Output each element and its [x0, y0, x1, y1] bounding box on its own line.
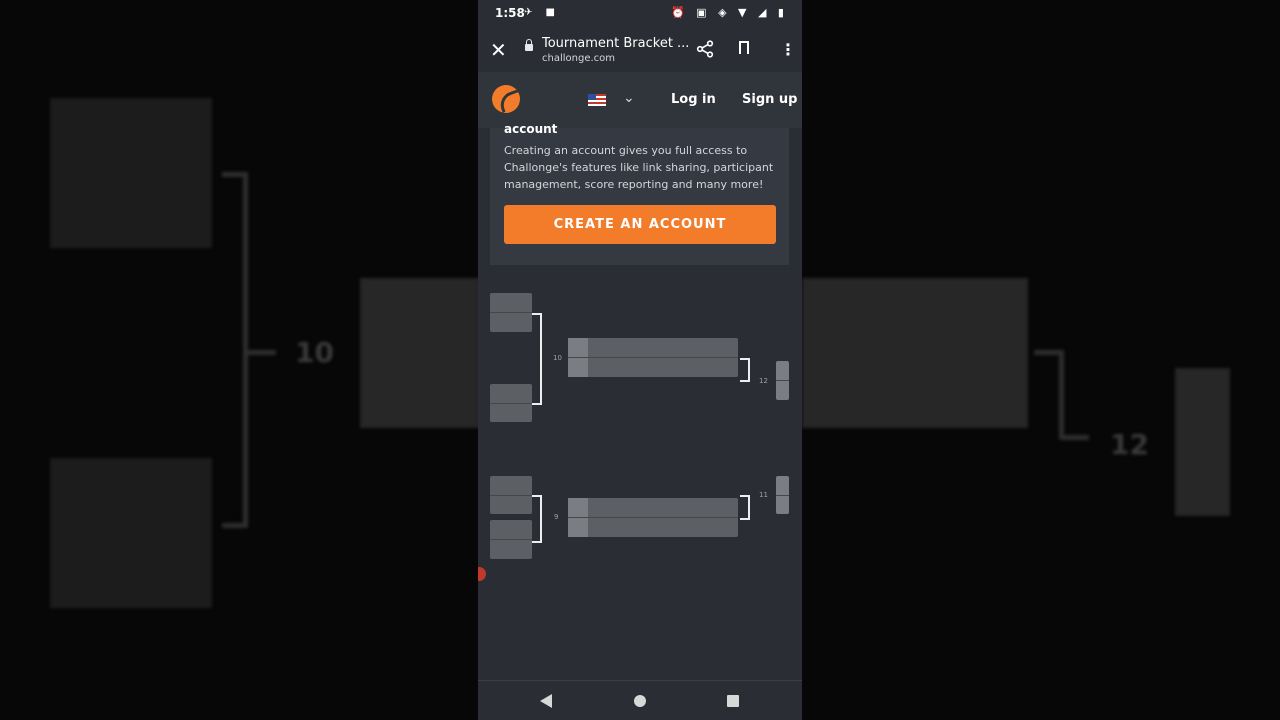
bookmark-icon[interactable] — [739, 41, 749, 59]
bg-label-12: 12 — [1110, 428, 1149, 461]
status-bar: 1:58 ✈ ■ ⏰ ▣ ◈ ▼ ◢ ▮ — [478, 0, 802, 28]
bracket-match[interactable] — [568, 498, 738, 537]
home-icon[interactable] — [634, 695, 646, 707]
match-divider — [490, 312, 532, 313]
bg-match-right — [1175, 368, 1230, 516]
match-number: 11 — [759, 491, 768, 499]
bg-connector-stub — [248, 350, 276, 355]
lock-icon — [525, 39, 533, 51]
bracket-match[interactable] — [568, 338, 738, 377]
promo-heading: account — [504, 122, 558, 136]
match-divider — [568, 357, 738, 358]
bracket-connector — [532, 313, 542, 405]
login-link[interactable]: Log in — [671, 92, 716, 107]
more-menu-icon[interactable]: ⋮ — [780, 40, 796, 59]
match-divider — [490, 495, 532, 496]
match-number: 9 — [554, 513, 559, 521]
share-icon-svg — [696, 40, 714, 58]
chevron-down-icon[interactable]: ⌄ — [623, 90, 635, 106]
page-title[interactable]: Tournament Bracket ... — [542, 36, 689, 51]
bracket-connector — [532, 495, 542, 543]
match-divider — [568, 517, 738, 518]
bg-match-bottom-left — [50, 458, 212, 608]
bracket-match[interactable] — [776, 476, 789, 514]
match-divider — [776, 495, 789, 496]
match-divider — [776, 380, 789, 381]
site-header: ⌄ Log in Sign up — [478, 72, 802, 128]
bracket-match[interactable] — [490, 384, 532, 422]
status-time: 1:58 — [495, 6, 525, 20]
bg-connector-left — [222, 172, 248, 528]
challonge-logo[interactable] — [492, 85, 520, 113]
bg-connector-right — [1034, 350, 1064, 440]
back-icon[interactable] — [540, 694, 552, 708]
bracket-match[interactable] — [490, 293, 532, 332]
us-flag-icon[interactable] — [588, 94, 606, 106]
promo-body: Creating an account gives you full acces… — [504, 144, 774, 191]
android-nav-bar — [478, 680, 802, 720]
bg-connector-right-bottom — [1059, 435, 1089, 440]
match-number: 10 — [553, 354, 562, 362]
phone-screen: 1:58 ✈ ■ ⏰ ▣ ◈ ▼ ◢ ▮ ✕ Tournament Bracke… — [478, 0, 802, 720]
bracket-connector — [740, 358, 750, 382]
match-number: 12 — [759, 377, 768, 385]
create-account-card: account Creating an account gives you fu… — [490, 122, 789, 265]
bg-match-top-left — [50, 98, 212, 248]
bg-match-center-left — [360, 278, 480, 428]
recent-apps-icon[interactable] — [727, 695, 739, 707]
close-icon[interactable]: ✕ — [490, 38, 507, 62]
bg-label-10: 10 — [295, 336, 334, 369]
bracket-match[interactable] — [490, 476, 532, 514]
bracket-match[interactable] — [776, 361, 789, 400]
bracket-area: 10 12 9 11 — [478, 265, 802, 680]
match-divider — [490, 539, 532, 540]
bracket-connector — [740, 495, 750, 520]
create-account-button[interactable]: CREATE AN ACCOUNT — [504, 205, 776, 244]
bg-match-center-right — [802, 278, 1028, 428]
notification-icons: ✈ ■ — [524, 7, 561, 18]
bracket-match[interactable] — [490, 520, 532, 559]
signup-link[interactable]: Sign up — [742, 92, 797, 107]
indicator-dot — [478, 567, 486, 581]
page-domain[interactable]: challonge.com — [542, 53, 615, 64]
system-icons: ⏰ ▣ ◈ ▼ ◢ ▮ — [670, 6, 788, 19]
browser-toolbar: ✕ Tournament Bracket ... challonge.com ⋮ — [478, 28, 802, 72]
share-icon[interactable] — [696, 40, 714, 62]
match-divider — [490, 403, 532, 404]
